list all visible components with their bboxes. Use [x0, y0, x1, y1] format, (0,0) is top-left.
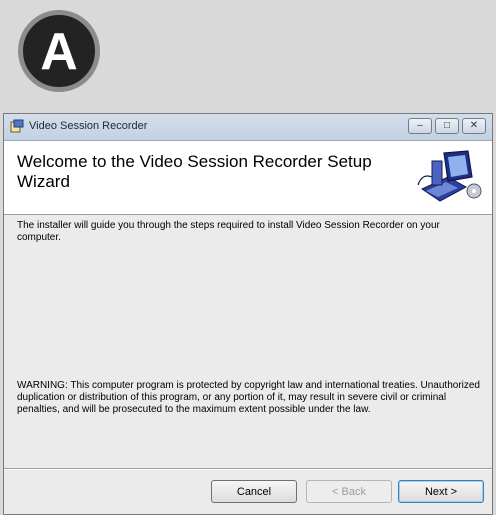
close-icon: ✕ [469, 120, 479, 131]
maximize-icon: □ [443, 120, 451, 131]
step-badge: A [18, 10, 100, 92]
warning-text: WARNING: This computer program is protec… [17, 380, 480, 415]
installer-app-icon [10, 119, 24, 133]
footer-divider [4, 468, 492, 470]
minimize-button[interactable]: – [408, 118, 432, 134]
maximize-button[interactable]: □ [435, 118, 459, 134]
computer-icon [417, 150, 482, 202]
wizard-header: Welcome to the Video Session Recorder Se… [4, 141, 492, 215]
back-button[interactable]: < Back [306, 480, 392, 503]
minimize-icon: – [417, 120, 423, 131]
wizard-title: Welcome to the Video Session Recorder Se… [17, 152, 372, 191]
window-controls: – □ ✕ [408, 118, 486, 134]
next-button[interactable]: Next > [398, 480, 484, 503]
installer-window: Video Session Recorder – □ ✕ Welcome to … [3, 113, 493, 515]
step-letter: A [40, 23, 78, 81]
intro-text: The installer will guide you through the… [17, 220, 440, 243]
close-button[interactable]: ✕ [462, 118, 486, 134]
title-bar[interactable]: Video Session Recorder – □ ✕ [4, 114, 492, 141]
window-title: Video Session Recorder [29, 120, 148, 132]
cancel-button[interactable]: Cancel [211, 480, 297, 503]
